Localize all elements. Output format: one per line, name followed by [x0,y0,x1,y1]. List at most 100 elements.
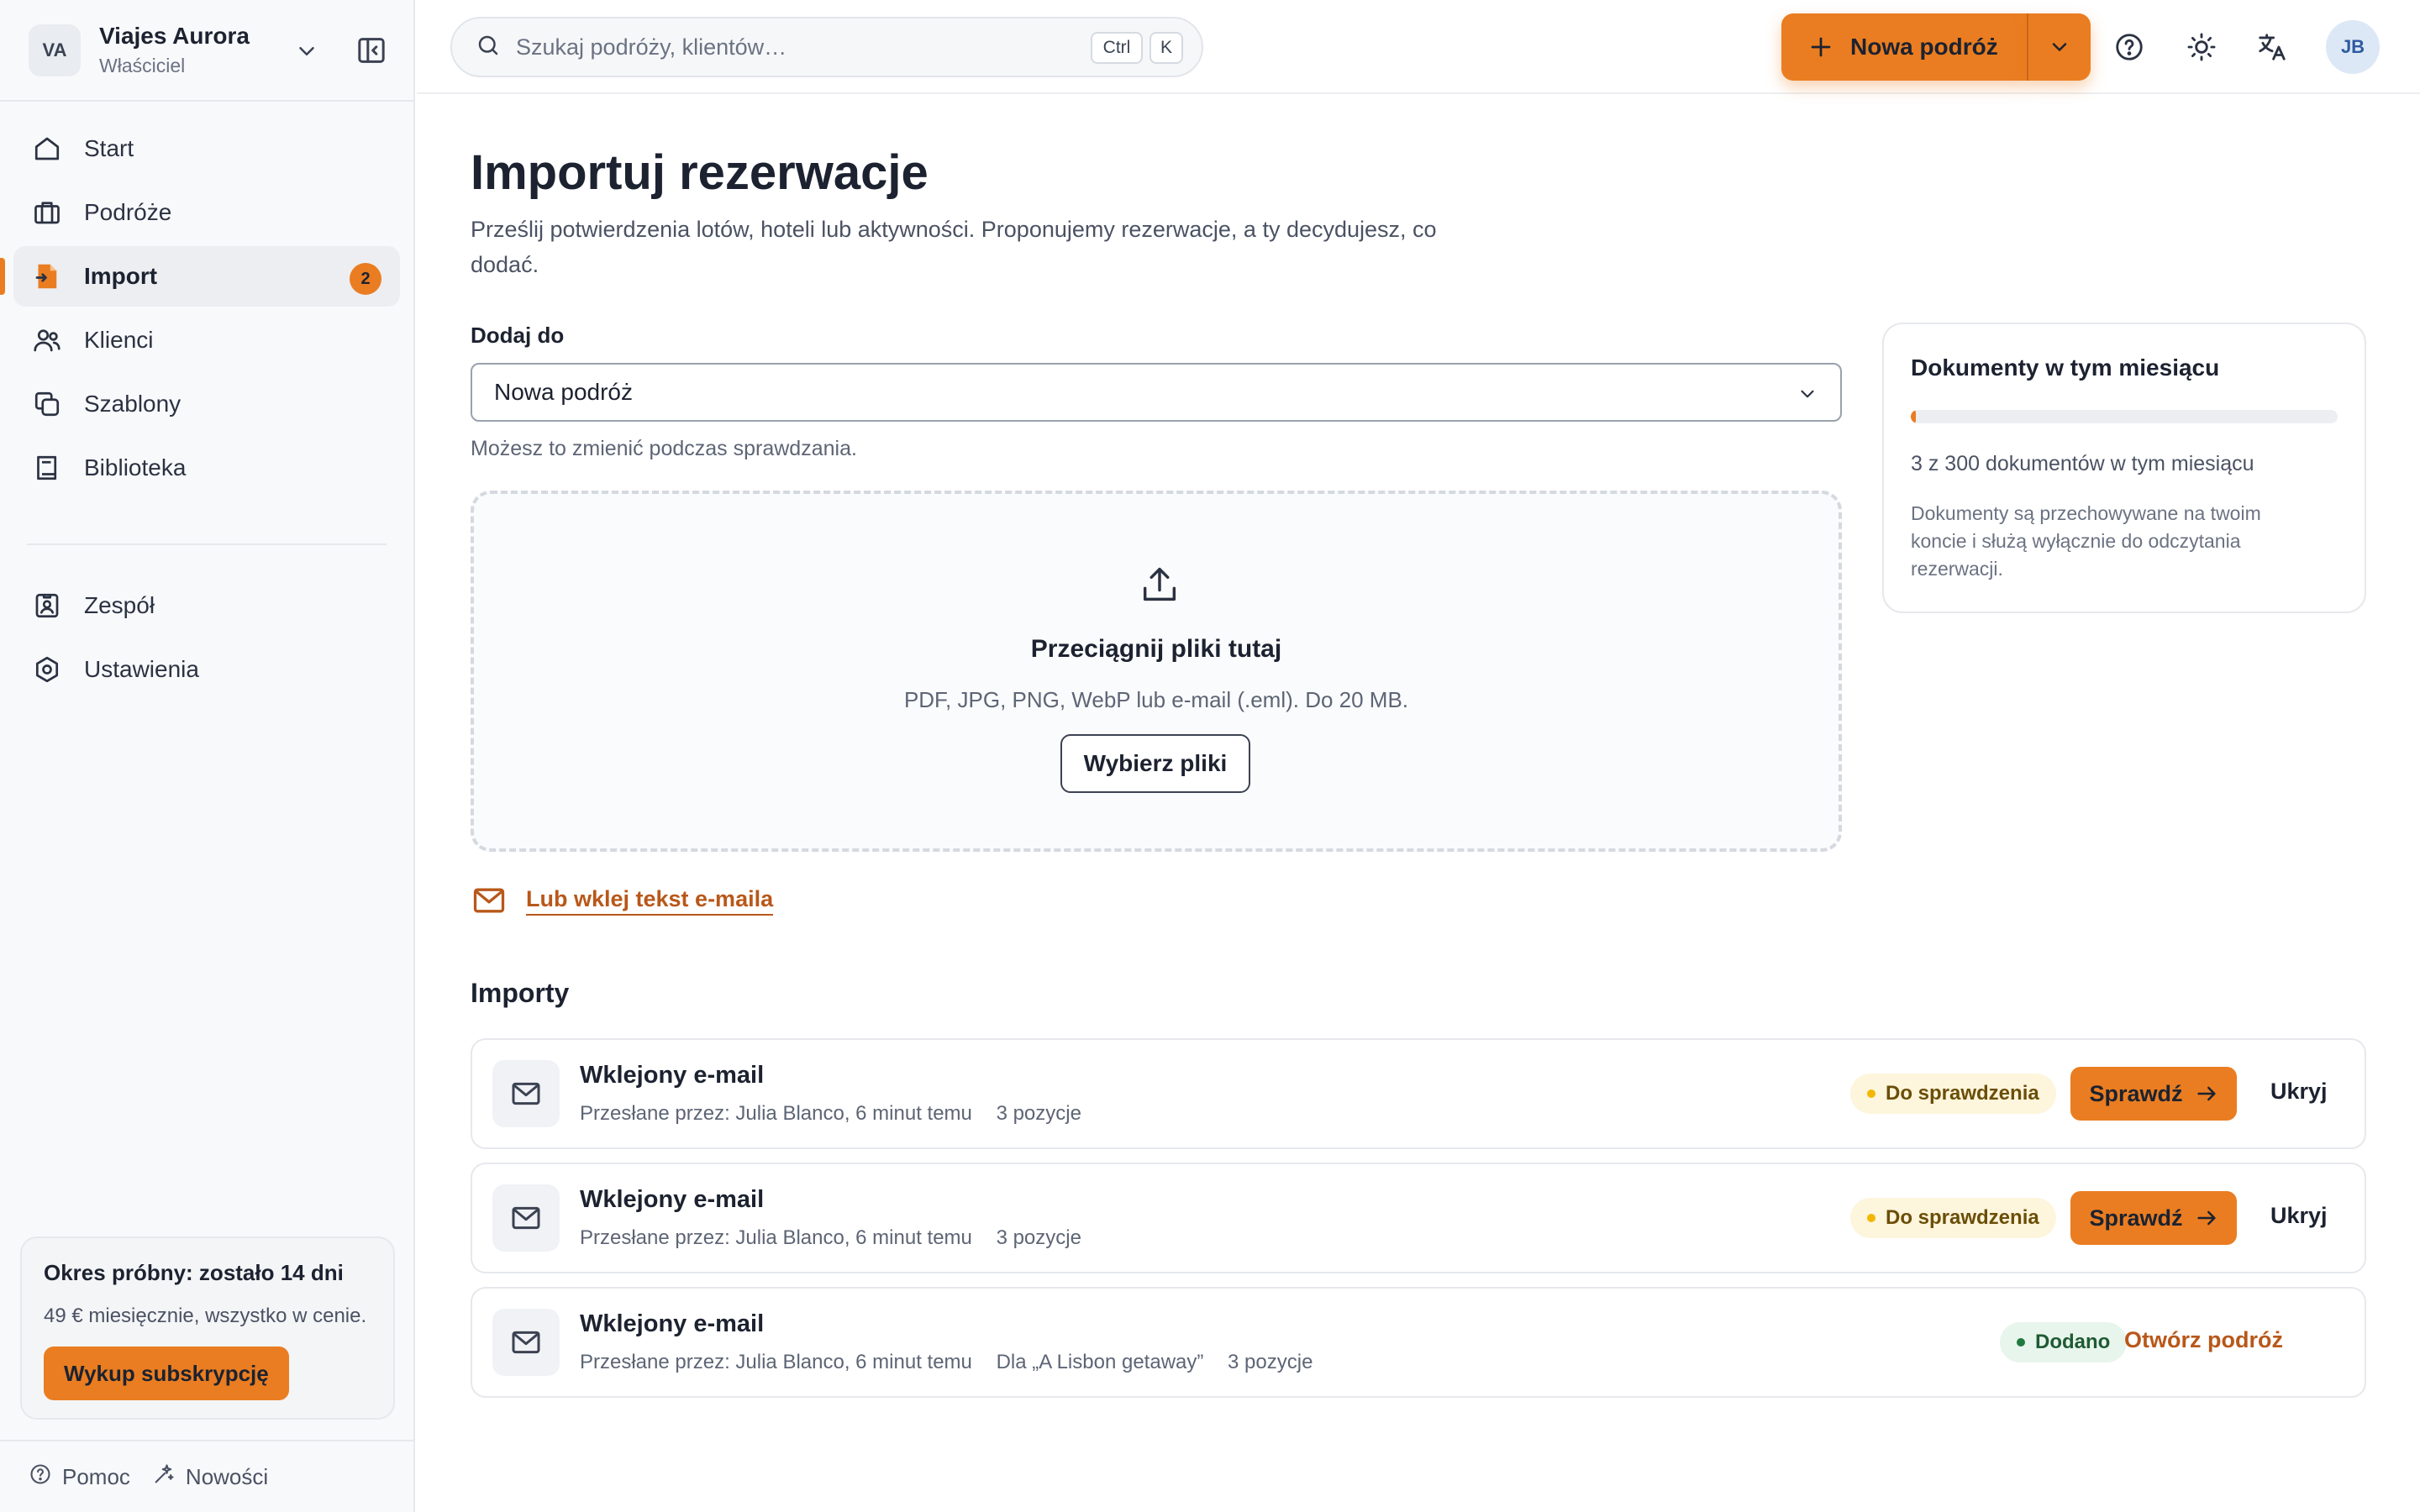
sidebar-item-label: Import [84,263,158,289]
workspace-switcher[interactable]: VA Viajes Aurora Właściciel [0,0,413,102]
sidebar-item-library[interactable]: Biblioteka [13,438,400,498]
users-icon [32,325,62,355]
chevron-down-icon [1797,383,1818,411]
upload-icon [1138,563,1181,611]
sidebar-item-templates[interactable]: Szablony [13,374,400,434]
import-row: Wklejony e-mail Przesłane przez: Julia B… [471,1163,2366,1273]
shortcut-ctrl-key: Ctrl [1091,32,1143,64]
paste-email-label: Lub wklej tekst e-maila [526,886,774,916]
import-uploader: Przesłane przez: Julia Blanco, 6 minut t… [580,1351,972,1373]
mail-icon [473,888,505,913]
arrow-right-icon [2196,1086,2216,1101]
dropzone-file-types: PDF, JPG, PNG, WebP lub e-mail (.eml). D… [903,687,1409,712]
translate-icon[interactable] [2254,29,2291,66]
page-subtitle: Prześlij potwierdzenia lotów, hoteli lub… [471,217,1437,277]
new-trip-dropdown-button[interactable] [2027,13,2091,81]
dropzone-title: Przeciągnij pliki tutaj [1030,635,1282,663]
sidebar-item-trips[interactable]: Podróże [13,182,400,243]
add-to-value: Nowa podróż [494,379,633,405]
main-content: Importuj rezerwacje Prześlij potwierdzen… [417,94,2420,1512]
user-avatar[interactable]: JB [2326,20,2380,74]
sidebar-footer: Pomoc Nowości [0,1440,413,1512]
workspace-avatar: VA [29,24,81,76]
status-label: Do sprawdzenia [1886,1206,2039,1229]
usage-note: Dokumenty są przechowywane na twoim konc… [1911,502,2261,580]
usage-progress-fill [1911,410,1917,423]
page-title: Importuj rezerwacje [471,145,929,200]
hide-button[interactable]: Ukryj [2270,1203,2328,1229]
search-placeholder: Szukaj podróży, klientów… [516,34,787,60]
status-dot [2017,1338,2025,1347]
sidebar-item-label: Szablony [84,391,182,417]
sidebar-item-label: Podróże [84,199,172,225]
top-bar: Szukaj podróży, klientów… Ctrl K Nowa po… [417,0,2420,94]
choose-files-button[interactable]: Wybierz pliki [1060,734,1250,793]
trial-price: 49 € miesięcznie, wszystko w cenie. [44,1305,367,1327]
review-button[interactable]: Sprawdź [2070,1067,2237,1121]
sidebar-item-start[interactable]: Start [13,118,400,179]
arrow-right-icon [2196,1210,2216,1226]
plus-icon [1811,37,1831,57]
usage-count: 3 z 300 dokumentów w tym miesiącu [1911,452,2254,475]
import-title: Wklejony e-mail [580,1062,765,1089]
briefcase-icon [32,197,62,228]
review-label: Sprawdź [2089,1080,2183,1106]
chevron-down-icon[interactable] [294,39,319,68]
status-dot [1867,1089,1876,1098]
new-trip-button[interactable]: Nowa podróż [1781,13,2027,81]
review-label: Sprawdź [2089,1205,2183,1231]
new-trip-label: Nowa podróż [1850,34,1998,60]
trial-card: Okres próbny: zostało 14 dni 49 € miesię… [20,1236,395,1420]
hide-button[interactable]: Ukryj [2270,1079,2328,1105]
team-badge-icon [32,591,62,621]
sidebar-item-import[interactable]: Import 2 [0,246,400,307]
sidebar-nav: Start Podróże Import 2 Klienci Szablony … [0,102,413,700]
file-dropzone[interactable]: Przeciągnij pliki tutaj PDF, JPG, PNG, W… [471,491,1842,852]
help-link[interactable]: Pomoc [29,1462,130,1492]
add-to-select[interactable]: Nowa podróż [471,363,1842,422]
sidebar: VA Viajes Aurora Właściciel Start Podróż… [0,0,415,1512]
usage-card: Dokumenty w tym miesiącu 3 z 300 dokumen… [1882,323,2366,613]
import-count-badge: 2 [350,263,381,295]
import-row: Wklejony e-mail Przesłane przez: Julia B… [471,1038,2366,1149]
sidebar-item-label: Biblioteka [84,454,187,480]
import-trip: Dla „A Lisbon getaway” [996,1351,1204,1373]
search-input[interactable]: Szukaj podróży, klientów… Ctrl K [450,17,1203,77]
chevron-down-icon [2052,43,2067,51]
import-uploader: Przesłane przez: Julia Blanco, 6 minut t… [580,1102,972,1125]
open-trip-link[interactable]: Otwórz podróż [2124,1327,2283,1353]
sidebar-item-label: Ustawienia [84,656,199,682]
sidebar-item-label: Zespół [84,592,155,618]
mail-icon [492,1184,560,1252]
add-to-hint: Możesz to zmienić podczas sprawdzania. [471,437,857,460]
sidebar-item-clients[interactable]: Klienci [13,310,400,370]
sun-icon[interactable] [2183,29,2220,66]
import-uploader: Przesłane przez: Julia Blanco, 6 minut t… [580,1226,972,1249]
sidebar-collapse-icon[interactable] [355,34,388,71]
status-label: Dodano [2035,1331,2111,1353]
status-badge: Dodano [2000,1322,2128,1362]
import-meta: Przesłane przez: Julia Blanco, 6 minut t… [580,1351,1331,1374]
sidebar-divider [27,543,387,545]
sidebar-item-team[interactable]: Zespół [13,575,400,636]
sidebar-item-settings[interactable]: Ustawienia [13,639,400,700]
sidebar-item-label: Start [84,135,134,161]
import-title: Wklejony e-mail [580,1186,765,1213]
paste-email-link[interactable]: Lub wklej tekst e-maila [471,882,774,919]
workspace-name: Viajes Aurora [99,23,250,49]
add-to-label: Dodaj do [471,323,565,348]
copy-icon [32,389,62,419]
imports-title: Importy [471,978,570,1008]
status-badge: Do sprawdzenia [1850,1198,2056,1238]
help-circle-icon[interactable] [2111,29,2148,66]
review-button[interactable]: Sprawdź [2070,1191,2237,1245]
import-file-icon [32,261,62,291]
import-items-count: 3 pozycje [996,1102,1081,1125]
gear-icon [32,654,62,685]
subscribe-button[interactable]: Wykup subskrypcję [44,1347,289,1400]
shortcut-k-key: K [1150,32,1183,64]
news-link[interactable]: Nowości [152,1462,268,1492]
status-badge: Do sprawdzenia [1850,1074,2056,1114]
status-dot [1867,1214,1876,1222]
sidebar-item-label: Klienci [84,327,154,353]
